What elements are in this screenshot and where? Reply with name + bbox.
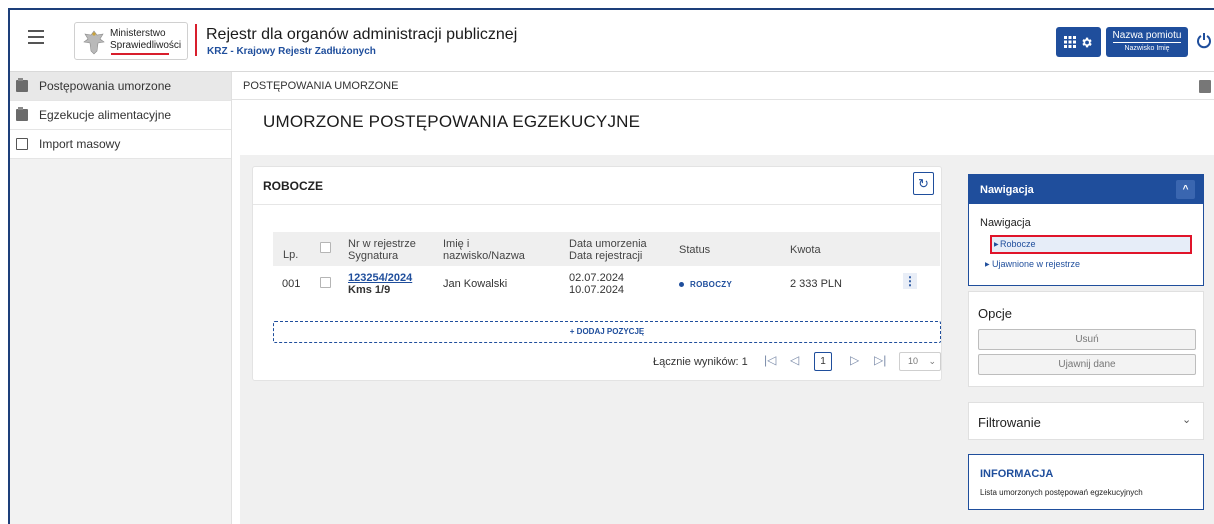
options-panel: Opcje Usuń Ujawnij dane xyxy=(968,291,1204,387)
row-date-rejestracji: 10.07.2024 xyxy=(569,284,625,296)
status-text: ROBOCZY xyxy=(690,280,733,289)
logo-red-underline xyxy=(111,53,169,55)
col-nr: Nr w rejestrze Sygnatura xyxy=(348,238,416,262)
folder-icon xyxy=(16,107,28,121)
page-size-value: 10 xyxy=(908,356,919,366)
info-text: Lista umorzonych postępowań egzekucyjnyc… xyxy=(980,488,1143,497)
row-lp: 001 xyxy=(282,278,301,290)
user-person-name: Nazwisko Imię xyxy=(1124,45,1170,52)
col-date-line1: Data umorzenia xyxy=(569,238,647,250)
delete-button[interactable]: Usuń xyxy=(978,329,1196,350)
chevron-down-icon: ⌄ xyxy=(928,356,937,366)
sidebar-item-import-masowy[interactable]: Import masowy xyxy=(10,130,231,159)
gear-icon[interactable] xyxy=(1080,36,1093,49)
total-results: Łącznie wyników: 1 xyxy=(653,356,748,368)
apps-grid-icon[interactable] xyxy=(1064,36,1076,48)
table-row[interactable]: 001 123254/2024 Kms 1/9 Jan Kowalski 02.… xyxy=(273,266,940,300)
card-title: ROBOCZE xyxy=(263,179,323,193)
filter-title: Filtrowanie xyxy=(978,415,1041,430)
app-subtitle: KRZ - Krajowy Rejestr Zadłużonych xyxy=(207,46,376,57)
col-amount: Kwota xyxy=(790,244,821,256)
filter-panel[interactable]: Filtrowanie ⌄ xyxy=(968,402,1204,440)
refresh-icon[interactable]: ↻ xyxy=(913,172,934,195)
triangle-right-icon: ▶ xyxy=(985,262,990,268)
info-title: INFORMACJA xyxy=(980,468,1054,480)
user-menu-button[interactable]: Nazwa pomiotu Nazwisko Imię xyxy=(1106,27,1188,57)
nav-link-ujawnione[interactable]: ▶ Ujawnione w rejestrze xyxy=(985,259,1081,269)
records-table: Lp. Nr w rejestrze Sygnatura Imię i nazw… xyxy=(273,232,940,300)
triangle-right-icon: ▶ xyxy=(994,242,999,248)
sidebar-item-label: Postępowania umorzone xyxy=(39,79,172,93)
col-date-line2: Data rejestracji xyxy=(569,250,643,262)
app-title: Rejestr dla organów administracji public… xyxy=(206,26,518,43)
sidebar-item-egzekucje-alimentacyjne[interactable]: Egzekucje alimentacyjne xyxy=(10,101,231,130)
page-title: UMORZONE POSTĘPOWANIA EGZEKUCYJNE xyxy=(263,112,641,131)
navigation-panel-header[interactable]: Nawigacja ^ xyxy=(969,175,1203,204)
col-nr-line2: Sygnatura xyxy=(348,250,399,262)
sidebar-item-label: Egzekucje alimentacyjne xyxy=(39,108,172,122)
pagination: Łącznie wyników: 1 |◁ ◁ 1 ▷ ▷| 10 ⌄ xyxy=(253,351,943,371)
nav-link-robocze[interactable]: ▶ Robocze xyxy=(990,235,1192,254)
row-name: Jan Kowalski xyxy=(443,278,508,290)
info-panel: INFORMACJA Lista umorzonych postępowań e… xyxy=(968,454,1204,510)
chevron-down-icon[interactable]: ⌄ xyxy=(1182,413,1191,426)
chevron-up-icon[interactable]: ^ xyxy=(1176,180,1195,199)
navigation-panel: Nawigacja ^ Nawigacja ▶ Robocze ▶ Ujawni… xyxy=(968,174,1204,286)
sidebar: Postępowania umorzone Egzekucje alimenta… xyxy=(10,72,232,524)
nav-link-label: Ujawnione w rejestrze xyxy=(992,259,1081,269)
reveal-data-button[interactable]: Ujawnij dane xyxy=(978,354,1196,375)
col-status: Status xyxy=(679,244,711,256)
navigation-subtitle: Nawigacja xyxy=(980,217,1031,229)
next-page-icon[interactable]: ▷ xyxy=(850,353,859,367)
row-date-umorzenia: 02.07.2024 xyxy=(569,272,625,284)
folder-icon xyxy=(16,78,28,92)
registry-number-link[interactable]: 123254/2024 xyxy=(348,272,412,284)
breadcrumb[interactable]: POSTĘPOWANIA UMORZONE xyxy=(243,80,398,92)
robocze-card: ROBOCZE ↻ Lp. Nr w rejestrze Sygnatura I… xyxy=(252,166,942,381)
power-icon[interactable] xyxy=(1196,32,1212,50)
col-nr-line1: Nr w rejestrze xyxy=(348,238,416,250)
status-dot xyxy=(679,281,684,287)
nav-link-label: Robocze xyxy=(1000,239,1036,249)
row-amount: 2 333 PLN xyxy=(790,278,842,290)
sidebar-item-postepowania-umorzone[interactable]: Postępowania umorzone xyxy=(10,72,231,101)
logo-text: Ministerstwo Sprawiedliwości xyxy=(110,28,181,52)
select-all-checkbox[interactable] xyxy=(320,242,331,253)
first-page-icon[interactable]: |◁ xyxy=(764,353,776,367)
sidebar-item-label: Import masowy xyxy=(39,137,121,151)
col-name: Imię i nazwisko/Nazwa xyxy=(443,238,525,262)
breadcrumb-bar: POSTĘPOWANIA UMORZONE xyxy=(232,72,1214,100)
navigation-panel-title: Nawigacja xyxy=(980,184,1034,196)
status-badge: ROBOCZY xyxy=(679,278,732,291)
prev-page-icon[interactable]: ◁ xyxy=(790,353,799,367)
row-dates: 02.07.2024 10.07.2024 xyxy=(569,272,624,296)
col-name-line1: Imię i xyxy=(443,238,470,250)
row-menu-icon[interactable]: ⋮ xyxy=(903,273,917,289)
col-dates: Data umorzenia Data rejestracji xyxy=(569,238,647,262)
folder-icon xyxy=(1199,80,1211,93)
row-nr: 123254/2024 Kms 1/9 xyxy=(348,272,412,296)
logo-line-2: Sprawiedliwości xyxy=(110,40,182,51)
top-header: Ministerstwo Sprawiedliwości Rejestr dla… xyxy=(10,10,1214,72)
page-number[interactable]: 1 xyxy=(814,352,832,371)
card-header: ROBOCZE ↻ xyxy=(253,167,941,205)
menu-icon[interactable] xyxy=(28,30,44,44)
ministry-logo[interactable]: Ministerstwo Sprawiedliwości xyxy=(74,22,188,60)
logo-line-1: Ministerstwo xyxy=(110,28,166,39)
header-tools xyxy=(1056,27,1101,57)
user-entity-name: Nazwa pomiotu xyxy=(1112,30,1182,43)
row-sygnatura: Kms 1/9 xyxy=(348,284,391,296)
header-divider xyxy=(195,24,197,56)
last-page-icon[interactable]: ▷| xyxy=(874,353,886,367)
options-title: Opcje xyxy=(978,306,1012,321)
col-name-line2: nazwisko/Nazwa xyxy=(443,250,525,262)
page-size-select[interactable]: 10 ⌄ xyxy=(899,352,941,371)
import-icon xyxy=(16,138,28,150)
col-lp: Lp. xyxy=(283,249,299,261)
row-checkbox[interactable] xyxy=(320,277,331,288)
table-header: Lp. Nr w rejestrze Sygnatura Imię i nazw… xyxy=(273,232,940,266)
add-position-button[interactable]: + DODAJ POZYCJĘ xyxy=(273,321,941,343)
eagle-emblem-icon xyxy=(83,30,105,55)
